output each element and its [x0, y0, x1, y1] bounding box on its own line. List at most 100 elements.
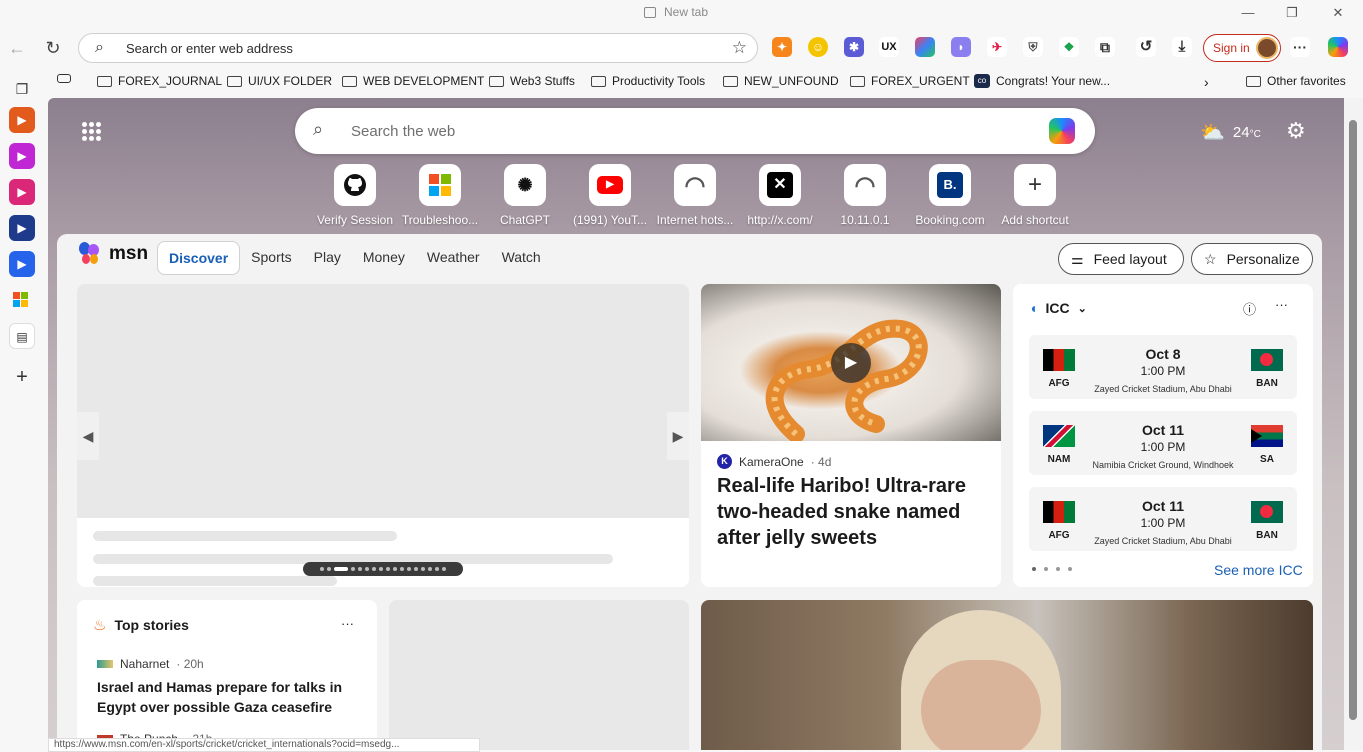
puzzle-extensions-icon[interactable]: ⧉: [1095, 37, 1115, 57]
article-source[interactable]: K KameraOne · 4d: [717, 454, 831, 469]
video-article-card[interactable]: ▶ K KameraOne · 4d Real-life Haribo! Ult…: [701, 284, 1001, 587]
shortcut[interactable]: ◠ 10.11.0.1: [822, 164, 908, 227]
favorite-link[interactable]: co Congrats! Your new...: [974, 74, 1110, 88]
favorite-folder[interactable]: Productivity Tools: [591, 74, 705, 88]
icc-header[interactable]: ◖ ICC ⌄: [1029, 300, 1087, 316]
feed-layout-label: Feed layout: [1093, 251, 1167, 267]
sidebar-app-icon[interactable]: ▶: [9, 107, 35, 133]
download-icon[interactable]: ⤓: [1172, 37, 1192, 57]
purple-extension-icon[interactable]: ◗: [951, 37, 971, 57]
feed-layout-button[interactable]: ⚌ Feed layout: [1058, 243, 1184, 275]
see-more-icc-link[interactable]: See more ICC: [1214, 562, 1303, 578]
sidebar-app-icon[interactable]: ▶: [9, 251, 35, 277]
metamask-fox-icon[interactable]: ✦: [772, 37, 792, 57]
apps-grid-icon[interactable]: [80, 120, 104, 144]
sliders-icon: ⚌: [1071, 250, 1084, 267]
blue-extension-icon[interactable]: ✱: [844, 37, 864, 57]
history-icon[interactable]: ↺: [1136, 37, 1156, 57]
green-extension-icon[interactable]: ❖: [1059, 37, 1079, 57]
tab-watch[interactable]: Watch: [491, 241, 552, 275]
shortcut[interactable]: B. Booking.com: [907, 164, 993, 227]
shortcut[interactable]: ✺ ChatGPT: [482, 164, 568, 227]
back-button[interactable]: ←: [5, 36, 29, 60]
carousel-prev-button[interactable]: ◀: [77, 412, 99, 460]
sidebar-app-icon[interactable]: ▶: [9, 179, 35, 205]
other-favorites[interactable]: Other favorites: [1246, 74, 1346, 88]
source-name: Naharnet: [120, 657, 170, 671]
scrollbar-thumb[interactable]: [1349, 120, 1357, 720]
add-sidebar-app-icon[interactable]: +: [9, 364, 35, 390]
close-window-button[interactable]: ✕: [1325, 3, 1351, 23]
more-options-icon[interactable]: ···: [341, 616, 354, 631]
refresh-button[interactable]: ↻: [41, 36, 65, 60]
shortcut[interactable]: ▶ (1991) YouT...: [567, 164, 653, 227]
ux-extension-icon[interactable]: UX: [879, 37, 899, 57]
favorite-folder[interactable]: FOREX_URGENT: [850, 74, 970, 88]
smiley-extension-icon[interactable]: ☺: [808, 37, 828, 57]
tab-money[interactable]: Money: [352, 241, 416, 275]
shield-extension-icon[interactable]: ⛨: [1023, 37, 1043, 57]
more-menu-icon[interactable]: ···: [1290, 37, 1310, 57]
favorite-folder[interactable]: NEW_UNFOUND: [723, 74, 839, 88]
text-placeholder: [93, 576, 337, 586]
youtube-icon: ▶: [589, 164, 631, 206]
settings-gear-icon[interactable]: ⚙: [1286, 118, 1306, 144]
tab-discover[interactable]: Discover: [157, 241, 241, 275]
router-icon: ◠: [844, 164, 886, 206]
hero-carousel[interactable]: ◀ ▶: [77, 284, 689, 587]
tab-weather[interactable]: Weather: [416, 241, 491, 275]
folder-icon: [489, 75, 504, 87]
article-title[interactable]: Real-life Haribo! Ultra-rare two-headed …: [717, 473, 987, 551]
carousel-next-button[interactable]: ▶: [667, 412, 689, 460]
story-source[interactable]: Naharnet · 20h: [97, 657, 204, 671]
search-icon: ⌕: [313, 119, 324, 139]
favorite-star-icon[interactable]: ☆: [732, 38, 747, 58]
favorite-folder[interactable]: UI/UX FOLDER: [227, 74, 332, 88]
tab[interactable]: New tab: [644, 5, 708, 19]
tab-sports[interactable]: Sports: [240, 241, 302, 275]
match-card[interactable]: AFG Oct 11 1:00 PM Zayed Cricket Stadium…: [1029, 487, 1297, 551]
copilot-icon[interactable]: [1328, 37, 1348, 57]
page-scrollbar[interactable]: [1344, 98, 1363, 750]
tab-actions-icon[interactable]: ❐: [9, 76, 35, 102]
minimize-button[interactable]: —: [1235, 3, 1261, 23]
copilot-icon[interactable]: [1049, 118, 1075, 144]
shortcut[interactable]: Troubleshoo...: [397, 164, 483, 227]
info-icon[interactable]: ⓘ: [1243, 299, 1256, 318]
restore-button[interactable]: ❐: [1279, 3, 1305, 23]
more-options-icon[interactable]: ···: [1275, 297, 1288, 312]
add-shortcut-button[interactable]: + Add shortcut: [992, 164, 1078, 227]
favorites-icon[interactable]: [57, 74, 71, 83]
carousel-dots[interactable]: [303, 562, 463, 576]
widget-page-dots[interactable]: [1032, 567, 1072, 571]
sidebar-app-icon[interactable]: ▶: [9, 215, 35, 241]
shortcut[interactable]: Verify Session: [312, 164, 398, 227]
sidebar-app-icon[interactable]: ▶: [9, 143, 35, 169]
weather-widget[interactable]: ⛅ 24°C: [1200, 120, 1261, 145]
newtab-page-icon[interactable]: ▤: [9, 323, 35, 349]
address-bar[interactable]: ⌕ Search or enter web address ☆: [78, 33, 758, 63]
favorite-folder[interactable]: WEB DEVELOPMENT: [342, 74, 484, 88]
feed-tabs: Discover Sports Play Money Weather Watch: [157, 241, 552, 275]
chevron-right-icon[interactable]: ›: [1204, 74, 1209, 90]
story-title[interactable]: Israel and Hamas prepare for talks in Eg…: [97, 677, 357, 717]
favorite-folder[interactable]: Web3 Stuffs: [489, 74, 575, 88]
match-card[interactable]: AFG Oct 8 1:00 PM Zayed Cricket Stadium,…: [1029, 335, 1297, 399]
colorful-extension-icon[interactable]: [915, 37, 935, 57]
match-card[interactable]: NAM Oct 11 1:00 PM Namibia Cricket Groun…: [1029, 411, 1297, 475]
microsoft-icon[interactable]: [9, 287, 35, 313]
tab-play[interactable]: Play: [303, 241, 352, 275]
web-search-input[interactable]: Search the web: [351, 123, 455, 140]
article-image-card[interactable]: [701, 600, 1313, 750]
shortcut[interactable]: ◠ Internet hots...: [652, 164, 738, 227]
red-extension-icon[interactable]: ✈: [987, 37, 1007, 57]
web-search-box[interactable]: ⌕ Search the web: [295, 108, 1095, 154]
sidebar: ❐ ▶ ▶ ▶ ▶ ▶ ▤ +: [0, 81, 48, 750]
msn-logo[interactable]: msn: [79, 242, 148, 266]
address-input[interactable]: Search or enter web address: [126, 41, 293, 56]
personalize-button[interactable]: ☆ Personalize: [1191, 243, 1313, 275]
play-video-button[interactable]: ▶: [831, 343, 871, 383]
favorite-folder[interactable]: FOREX_JOURNAL: [97, 74, 222, 88]
shortcut[interactable]: ✕ http://x.com/: [737, 164, 823, 227]
sign-in-button[interactable]: Sign in: [1203, 34, 1281, 62]
